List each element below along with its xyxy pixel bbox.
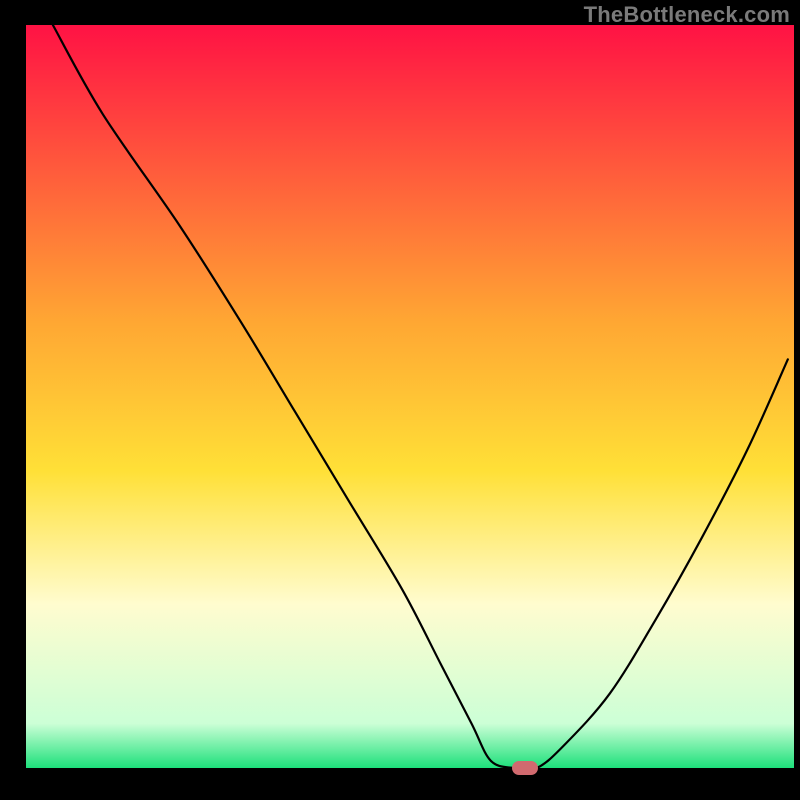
chart-background bbox=[26, 25, 794, 768]
watermark-text: TheBottleneck.com bbox=[584, 2, 790, 28]
optimal-point-marker bbox=[512, 761, 538, 775]
chart-container: { "watermark": "TheBottleneck.com", "cha… bbox=[0, 0, 800, 800]
chart-svg bbox=[0, 0, 800, 800]
